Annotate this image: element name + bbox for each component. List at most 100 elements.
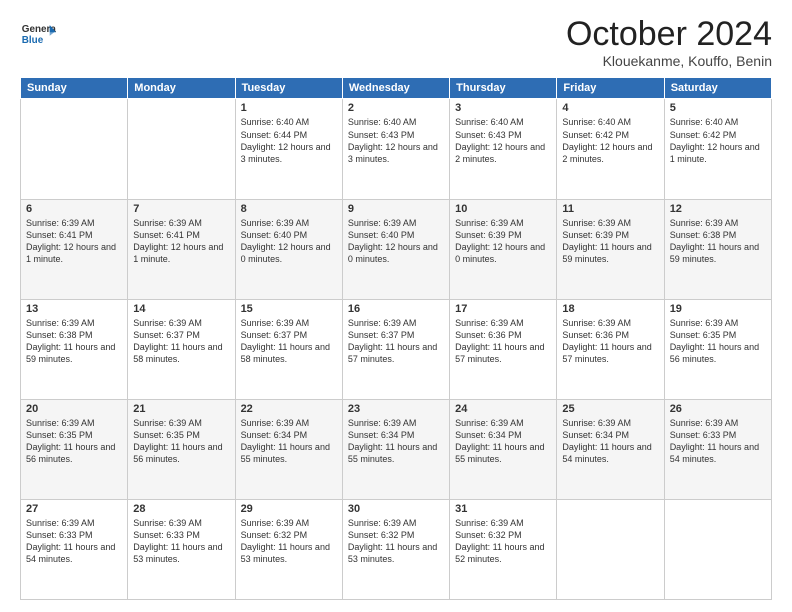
calendar-cell: 24Sunrise: 6:39 AMSunset: 6:34 PMDayligh… [450, 399, 557, 499]
cell-info: Sunrise: 6:39 AMSunset: 6:41 PMDaylight:… [133, 217, 229, 266]
title-block: October 2024 Klouekanme, Kouffo, Benin [566, 16, 772, 69]
logo-icon: General Blue [20, 16, 56, 52]
day-number: 30 [348, 503, 444, 515]
cell-info: Sunrise: 6:39 AMSunset: 6:33 PMDaylight:… [670, 417, 766, 466]
calendar-table: SundayMondayTuesdayWednesdayThursdayFrid… [20, 77, 772, 600]
day-number: 4 [562, 102, 658, 114]
day-number: 1 [241, 102, 337, 114]
day-number: 23 [348, 403, 444, 415]
cell-info: Sunrise: 6:39 AMSunset: 6:32 PMDaylight:… [455, 517, 551, 566]
day-of-week-header: Tuesday [235, 78, 342, 99]
cell-info: Sunrise: 6:39 AMSunset: 6:38 PMDaylight:… [670, 217, 766, 266]
svg-text:Blue: Blue [22, 35, 44, 46]
cell-info: Sunrise: 6:40 AMSunset: 6:43 PMDaylight:… [455, 116, 551, 165]
day-of-week-header: Sunday [21, 78, 128, 99]
cell-info: Sunrise: 6:39 AMSunset: 6:34 PMDaylight:… [241, 417, 337, 466]
cell-info: Sunrise: 6:40 AMSunset: 6:42 PMDaylight:… [670, 116, 766, 165]
day-number: 2 [348, 102, 444, 114]
header: General Blue October 2024 Klouekanme, Ko… [20, 16, 772, 69]
day-number: 14 [133, 303, 229, 315]
calendar-cell: 16 Sunrise: 6:39 AMSunset: 6:37 PMDayligh… [342, 299, 449, 399]
calendar-cell: 3Sunrise: 6:40 AMSunset: 6:43 PMDaylight… [450, 99, 557, 199]
day-number: 9 [348, 203, 444, 215]
cell-info: Sunrise: 6:40 AMSunset: 6:43 PMDaylight:… [348, 116, 444, 165]
cell-info: Sunrise: 6:39 AMSunset: 6:33 PMDaylight:… [133, 517, 229, 566]
cell-info: Sunrise: 6:39 AMSunset: 6:32 PMDaylight:… [241, 517, 337, 566]
calendar-week-row: 20 Sunrise: 6:39 AMSunset: 6:35 PMDayligh… [21, 399, 772, 499]
calendar-cell [21, 99, 128, 199]
calendar-cell: 10 Sunrise: 6:39 AMSunset: 6:39 PMDayligh… [450, 199, 557, 299]
day-number: 11 [562, 203, 658, 215]
day-of-week-header: Friday [557, 78, 664, 99]
cell-info: Sunrise: 6:39 AMSunset: 6:35 PMDaylight:… [670, 317, 766, 366]
calendar-cell: 2 Sunrise: 6:40 AMSunset: 6:43 PMDaylight… [342, 99, 449, 199]
day-of-week-row: SundayMondayTuesdayWednesdayThursdayFrid… [21, 78, 772, 99]
calendar-cell: 11 Sunrise: 6:39 AMSunset: 6:39 PMDayligh… [557, 199, 664, 299]
day-number: 20 [26, 403, 122, 415]
calendar-cell: 8 Sunrise: 6:39 AMSunset: 6:40 PMDaylight… [235, 199, 342, 299]
day-number: 27 [26, 503, 122, 515]
cell-info: Sunrise: 6:39 AMSunset: 6:33 PMDaylight:… [26, 517, 122, 566]
logo: General Blue [20, 16, 56, 52]
calendar-cell: 13Sunrise: 6:39 AMSunset: 6:38 PMDayligh… [21, 299, 128, 399]
day-of-week-header: Thursday [450, 78, 557, 99]
day-number: 26 [670, 403, 766, 415]
day-of-week-header: Wednesday [342, 78, 449, 99]
calendar-week-row: 6Sunrise: 6:39 AMSunset: 6:41 PMDaylight… [21, 199, 772, 299]
day-number: 8 [241, 203, 337, 215]
calendar-cell: 26 Sunrise: 6:39 AMSunset: 6:33 PMDayligh… [664, 399, 771, 499]
calendar-cell: 31Sunrise: 6:39 AMSunset: 6:32 PMDayligh… [450, 499, 557, 599]
calendar-cell: 17Sunrise: 6:39 AMSunset: 6:36 PMDayligh… [450, 299, 557, 399]
day-number: 10 [455, 203, 551, 215]
day-number: 28 [133, 503, 229, 515]
page: General Blue October 2024 Klouekanme, Ko… [0, 0, 792, 612]
calendar-cell: 18Sunrise: 6:39 AMSunset: 6:36 PMDayligh… [557, 299, 664, 399]
calendar-cell: 23 Sunrise: 6:39 AMSunset: 6:34 PMDayligh… [342, 399, 449, 499]
calendar-week-row: 1 Sunrise: 6:40 AMSunset: 6:44 PMDaylight… [21, 99, 772, 199]
cell-info: Sunrise: 6:39 AMSunset: 6:32 PMDaylight:… [348, 517, 444, 566]
calendar-cell: 4 Sunrise: 6:40 AMSunset: 6:42 PMDaylight… [557, 99, 664, 199]
calendar-week-row: 13Sunrise: 6:39 AMSunset: 6:38 PMDayligh… [21, 299, 772, 399]
day-number: 24 [455, 403, 551, 415]
calendar-cell: 22 Sunrise: 6:39 AMSunset: 6:34 PMDayligh… [235, 399, 342, 499]
day-number: 16 [348, 303, 444, 315]
calendar-cell [664, 499, 771, 599]
day-number: 18 [562, 303, 658, 315]
cell-info: Sunrise: 6:40 AMSunset: 6:44 PMDaylight:… [241, 116, 337, 165]
calendar-cell: 20 Sunrise: 6:39 AMSunset: 6:35 PMDayligh… [21, 399, 128, 499]
calendar-cell [128, 99, 235, 199]
calendar-week-row: 27 Sunrise: 6:39 AMSunset: 6:33 PMDayligh… [21, 499, 772, 599]
calendar-cell: 5Sunrise: 6:40 AMSunset: 6:42 PMDaylight… [664, 99, 771, 199]
day-number: 7 [133, 203, 229, 215]
day-number: 29 [241, 503, 337, 515]
cell-info: Sunrise: 6:39 AMSunset: 6:37 PMDaylight:… [133, 317, 229, 366]
cell-info: Sunrise: 6:39 AMSunset: 6:39 PMDaylight:… [562, 217, 658, 266]
calendar-cell: 28 Sunrise: 6:39 AMSunset: 6:33 PMDayligh… [128, 499, 235, 599]
cell-info: Sunrise: 6:39 AMSunset: 6:37 PMDaylight:… [348, 317, 444, 366]
calendar-cell: 12 Sunrise: 6:39 AMSunset: 6:38 PMDayligh… [664, 199, 771, 299]
day-number: 12 [670, 203, 766, 215]
calendar-cell: 30 Sunrise: 6:39 AMSunset: 6:32 PMDayligh… [342, 499, 449, 599]
cell-info: Sunrise: 6:39 AMSunset: 6:34 PMDaylight:… [562, 417, 658, 466]
calendar-cell: 14 Sunrise: 6:39 AMSunset: 6:37 PMDayligh… [128, 299, 235, 399]
cell-info: Sunrise: 6:39 AMSunset: 6:35 PMDaylight:… [133, 417, 229, 466]
day-number: 13 [26, 303, 122, 315]
day-of-week-header: Saturday [664, 78, 771, 99]
cell-info: Sunrise: 6:39 AMSunset: 6:35 PMDaylight:… [26, 417, 122, 466]
calendar-cell [557, 499, 664, 599]
cell-info: Sunrise: 6:40 AMSunset: 6:42 PMDaylight:… [562, 116, 658, 165]
cell-info: Sunrise: 6:39 AMSunset: 6:39 PMDaylight:… [455, 217, 551, 266]
calendar-cell: 21Sunrise: 6:39 AMSunset: 6:35 PMDayligh… [128, 399, 235, 499]
cell-info: Sunrise: 6:39 AMSunset: 6:34 PMDaylight:… [348, 417, 444, 466]
cell-info: Sunrise: 6:39 AMSunset: 6:41 PMDaylight:… [26, 217, 122, 266]
calendar-cell: 25Sunrise: 6:39 AMSunset: 6:34 PMDayligh… [557, 399, 664, 499]
day-number: 15 [241, 303, 337, 315]
day-of-week-header: Monday [128, 78, 235, 99]
calendar-cell: 7 Sunrise: 6:39 AMSunset: 6:41 PMDaylight… [128, 199, 235, 299]
day-number: 22 [241, 403, 337, 415]
day-number: 19 [670, 303, 766, 315]
location: Klouekanme, Kouffo, Benin [566, 53, 772, 69]
calendar-cell: 29 Sunrise: 6:39 AMSunset: 6:32 PMDayligh… [235, 499, 342, 599]
cell-info: Sunrise: 6:39 AMSunset: 6:40 PMDaylight:… [241, 217, 337, 266]
day-number: 17 [455, 303, 551, 315]
